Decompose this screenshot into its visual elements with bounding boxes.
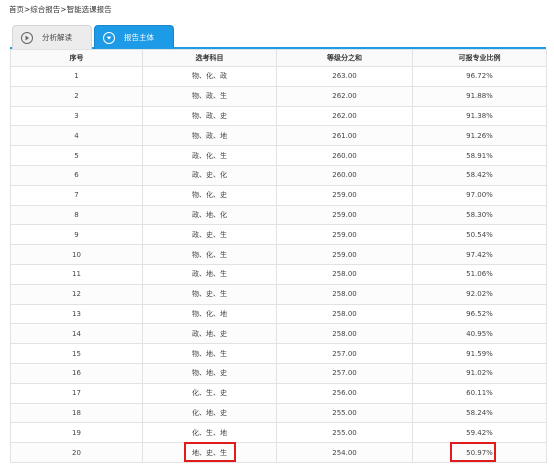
breadcrumb: 首页>综合报告>智能选课报告 [9,5,112,14]
play-circle-icon [21,31,33,44]
table-row: 6 政、史、化 260.00 58.42% [10,164,547,186]
table-row: 11 政、地、生 258.00 51.06% [10,263,547,285]
table-row: 10 物、化、生 259.00 97.42% [10,244,547,265]
breadcrumb-current: 智能选课报告 [66,5,112,14]
table-row: 14 政、地、史 258.00 40.95% [10,323,547,345]
tab-analysis-label: 分析解读 [42,33,72,42]
breadcrumb-home[interactable]: 首页 [9,5,24,14]
table-row: 12 物、史、生 258.00 92.02% [10,283,547,305]
table-row: 2 物、政、生 262.00 91.88% [10,85,547,107]
table-row: 8 政、地、化 259.00 58.30% [10,204,547,226]
table-header-row: 序号 选考科目 等级分之和 可报专业比例 [10,49,547,67]
breadcrumb-report[interactable]: 综合报告 [30,5,60,14]
table-row: 15 物、地、生 257.00 91.59% [10,343,547,364]
table-row: 20 地、史、生 254.00 50.97% [10,442,547,463]
table-row: 17 化、生、史 256.00 60.11% [10,382,547,404]
tab-analysis[interactable]: 分析解读 [12,25,92,49]
highlighted-subjects-cell: 地、史、生 [142,442,277,463]
tab-bar: 分析解读 报告主体 [10,25,546,49]
table-row: 9 政、史、生 259.00 50.54% [10,224,547,246]
subject-combination-table: 序号 选考科目 等级分之和 可报专业比例 1 物、化、政 263.00 96.72% … [10,49,547,463]
table-row: 18 化、地、史 255.00 58.24% [10,402,547,424]
col-header-subjects: 选考科目 [142,49,277,67]
table-row: 13 物、化、地 258.00 96.52% [10,303,547,325]
table-row: 5 政、化、生 260.00 58.91% [10,145,547,166]
table-row: 4 物、政、地 261.00 91.26% [10,125,547,147]
chevron-down-circle-icon [103,31,115,44]
tab-report-main[interactable]: 报告主体 [94,25,174,49]
table-row: 7 物、化、史 259.00 97.00% [10,184,547,206]
table-row: 19 化、生、地 255.00 59.42% [10,422,547,444]
col-header-major-ratio: 可报专业比例 [412,49,547,67]
table-row: 1 物、化、政 263.00 96.72% [10,66,547,87]
table-row: 16 物、地、史 257.00 91.02% [10,362,547,384]
col-header-index: 序号 [10,49,143,67]
highlighted-ratio-cell: 50.97% [412,442,547,463]
tab-report-main-label: 报告主体 [124,33,154,42]
col-header-score-sum: 等级分之和 [276,49,413,67]
table-row: 3 物、政、史 262.00 91.38% [10,105,547,127]
